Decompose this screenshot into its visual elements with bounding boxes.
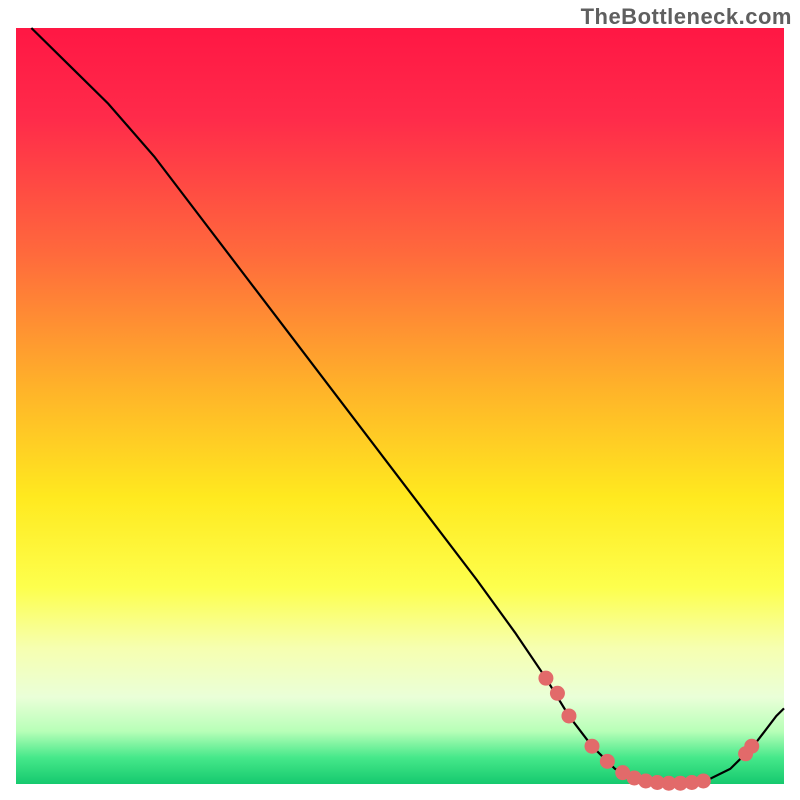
watermark-text: TheBottleneck.com (581, 4, 792, 30)
marker-dot (585, 739, 600, 754)
chart-frame: TheBottleneck.com (0, 0, 800, 800)
marker-dot (561, 708, 576, 723)
marker-dot (550, 686, 565, 701)
gradient-background (16, 28, 784, 784)
marker-dot (744, 739, 759, 754)
marker-dot (538, 671, 553, 686)
bottleneck-chart (0, 0, 800, 800)
marker-dot (696, 773, 711, 788)
marker-dot (600, 754, 615, 769)
